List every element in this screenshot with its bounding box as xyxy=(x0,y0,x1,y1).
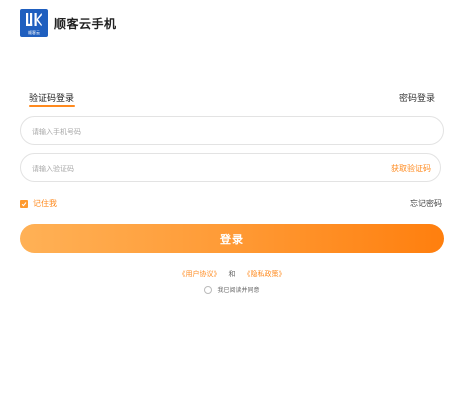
phone-input[interactable] xyxy=(30,117,374,146)
phone-field[interactable] xyxy=(20,116,444,146)
forgot-password-link[interactable]: 忘记密码 xyxy=(410,198,442,209)
consent-radio[interactable] xyxy=(204,285,213,294)
get-code-button[interactable]: 获取验证码 xyxy=(391,163,431,174)
check-icon xyxy=(21,201,27,206)
tab-sms-login[interactable]: 验证码登录 xyxy=(29,91,74,104)
consent-row: 我已阅读并同意 xyxy=(0,285,464,294)
active-tab-indicator xyxy=(29,105,75,107)
login-button[interactable]: 登录 xyxy=(20,224,444,253)
remember-label: 记住我 xyxy=(33,199,57,208)
login-page: 顺客云 顺客云手机 验证码登录 密码登录 获取验证码 记住我 忘记密码 登录 《… xyxy=(0,0,464,400)
brand-name: 顺客云手机 xyxy=(54,16,117,31)
agreement-links: 《用户协议》和《隐私政策》 xyxy=(0,269,464,279)
logo-mark-icon xyxy=(26,13,42,26)
remember-me[interactable]: 记住我 xyxy=(20,198,57,209)
privacy-policy-link[interactable]: 《隐私政策》 xyxy=(244,270,286,278)
consent-label: 我已阅读并同意 xyxy=(217,287,260,294)
logo-subtext: 顺客云 xyxy=(28,30,40,35)
code-field[interactable]: 获取验证码 xyxy=(20,153,441,183)
agreement-and-text: 和 xyxy=(228,270,236,278)
tab-password-login[interactable]: 密码登录 xyxy=(399,91,435,104)
verification-code-input[interactable] xyxy=(30,154,374,183)
user-agreement-link[interactable]: 《用户协议》 xyxy=(179,270,221,278)
remember-checkbox[interactable] xyxy=(20,199,28,208)
brand-header: 顺客云 顺客云手机 xyxy=(20,9,117,37)
app-logo: 顺客云 xyxy=(20,9,48,37)
